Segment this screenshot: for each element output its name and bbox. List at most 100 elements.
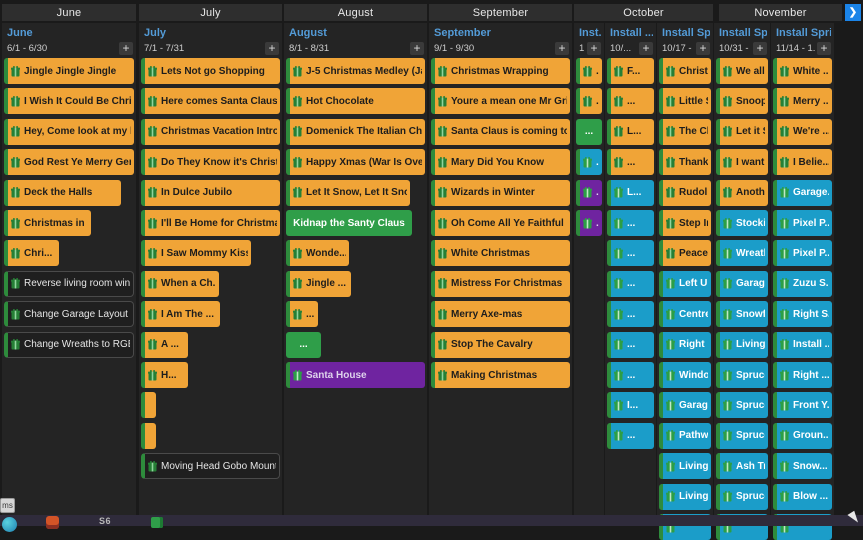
- kanban-card[interactable]: Chri...: [4, 240, 59, 266]
- kanban-card[interactable]: ...: [607, 88, 654, 114]
- kanban-card[interactable]: Zuzu S...: [773, 271, 832, 297]
- kanban-card[interactable]: ...: [576, 119, 602, 145]
- kanban-card[interactable]: In Dulce Jubilo: [141, 180, 280, 206]
- task-card[interactable]: Change Wreaths to RGBs: [4, 332, 134, 358]
- kanban-card[interactable]: ...: [607, 423, 654, 449]
- kanban-card[interactable]: Wreaths: [716, 240, 768, 266]
- kanban-card[interactable]: Little S...: [659, 88, 711, 114]
- kanban-card[interactable]: Jingle Jingle Jingle: [4, 58, 134, 84]
- kanban-card[interactable]: Merry ...: [773, 88, 832, 114]
- kanban-card[interactable]: Windo...: [659, 362, 711, 388]
- kanban-card[interactable]: [141, 392, 156, 418]
- kanban-card[interactable]: Stocki...: [716, 210, 768, 236]
- kanban-card[interactable]: Stop The Cavalry: [431, 332, 570, 358]
- task-card[interactable]: Reverse living room window...: [4, 271, 134, 297]
- add-card-button[interactable]: +: [119, 42, 133, 55]
- kanban-card[interactable]: Pathw...: [659, 423, 711, 449]
- add-card-button[interactable]: +: [696, 42, 710, 55]
- kanban-card[interactable]: Rudolph: [659, 180, 711, 206]
- kanban-card[interactable]: Front Y...: [773, 392, 832, 418]
- kanban-card[interactable]: Santa Claus is coming to t...: [431, 119, 570, 145]
- browser-icon[interactable]: [2, 517, 17, 532]
- kanban-card[interactable]: Living ...: [659, 484, 711, 510]
- kanban-card[interactable]: Install ...: [773, 332, 832, 358]
- kanban-card[interactable]: Do They Know it's Christmas?: [141, 149, 280, 175]
- month-tab-july[interactable]: July: [139, 4, 282, 21]
- kanban-card[interactable]: I Am The ...: [141, 301, 220, 327]
- kanban-card[interactable]: Garage...: [659, 392, 711, 418]
- kanban-card[interactable]: Making Christmas: [431, 362, 570, 388]
- kanban-card[interactable]: Christmas in ...: [4, 210, 91, 236]
- add-card-button[interactable]: +: [555, 42, 569, 55]
- kanban-card[interactable]: Santa House: [286, 362, 425, 388]
- kanban-card[interactable]: Christmas Vacation Intro: [141, 119, 280, 145]
- kanban-card[interactable]: Hot Chocolate: [286, 88, 425, 114]
- kanban-card[interactable]: Living ...: [659, 453, 711, 479]
- kanban-card[interactable]: Hey, Come look at my lights: [4, 119, 134, 145]
- kanban-card[interactable]: Centre ...: [659, 301, 711, 327]
- kanban-card[interactable]: We all ...: [716, 58, 768, 84]
- kanban-card[interactable]: Snowfl...: [716, 301, 768, 327]
- kanban-card[interactable]: Peace ...: [659, 240, 711, 266]
- kanban-card[interactable]: ...: [286, 301, 318, 327]
- kanban-card[interactable]: ...: [576, 88, 602, 114]
- kanban-card[interactable]: Mistress For Christmas: [431, 271, 570, 297]
- kanban-card[interactable]: ...: [576, 180, 602, 206]
- kanban-card[interactable]: Right ...: [659, 332, 711, 358]
- month-tab-september[interactable]: September: [429, 4, 572, 21]
- kanban-card[interactable]: Pixel P...: [773, 210, 832, 236]
- kanban-card[interactable]: Snow...: [773, 453, 832, 479]
- kanban-card[interactable]: I want ...: [716, 149, 768, 175]
- kanban-card[interactable]: I Belie...: [773, 149, 832, 175]
- kanban-card[interactable]: F...: [607, 58, 654, 84]
- add-card-button[interactable]: +: [817, 42, 831, 55]
- kanban-card[interactable]: Here comes Santa Claus: [141, 88, 280, 114]
- kanban-card[interactable]: Christ...: [659, 58, 711, 84]
- kanban-card[interactable]: Snoop...: [716, 88, 768, 114]
- kanban-card[interactable]: Step In...: [659, 210, 711, 236]
- scroll-right-button[interactable]: ❯: [845, 4, 861, 21]
- kanban-card[interactable]: Oh Come All Ye Faithful: [431, 210, 570, 236]
- kanban-card[interactable]: Kidnap the Santy Claus: [286, 210, 412, 236]
- kanban-card[interactable]: Jingle ...: [286, 271, 351, 297]
- green-app-icon[interactable]: [151, 517, 163, 528]
- kanban-card[interactable]: ...: [607, 332, 654, 358]
- kanban-card[interactable]: Anoth...: [716, 180, 768, 206]
- month-tab-october[interactable]: October: [574, 4, 713, 21]
- month-tab-june[interactable]: June: [2, 4, 136, 21]
- kanban-card[interactable]: Blow ...: [773, 484, 832, 510]
- kanban-card[interactable]: Spruce...: [716, 362, 768, 388]
- kanban-card[interactable]: Spruce...: [716, 484, 768, 510]
- kanban-card[interactable]: Youre a mean one Mr Grin...: [431, 88, 570, 114]
- add-card-button[interactable]: +: [639, 42, 653, 55]
- kanban-card[interactable]: [141, 423, 156, 449]
- kanban-card[interactable]: Groun...: [773, 423, 832, 449]
- kanban-card[interactable]: Let it S...: [716, 119, 768, 145]
- task-card[interactable]: Change Garage Layout to S...: [4, 301, 134, 327]
- kanban-card[interactable]: Thank ...: [659, 149, 711, 175]
- kanban-card[interactable]: Wizards in Winter: [431, 180, 570, 206]
- kanban-card[interactable]: Merry Axe-mas: [431, 301, 570, 327]
- kanban-card[interactable]: ...: [286, 332, 321, 358]
- kanban-card[interactable]: Ash Tr...: [716, 453, 768, 479]
- kanban-card[interactable]: We're ...: [773, 119, 832, 145]
- kanban-card[interactable]: Pixel P...: [773, 240, 832, 266]
- kanban-card[interactable]: Living ...: [716, 332, 768, 358]
- kanban-card[interactable]: Garage...: [773, 180, 832, 206]
- add-card-button[interactable]: +: [265, 42, 279, 55]
- s6-app-icon[interactable]: S6: [99, 516, 111, 526]
- kanban-card[interactable]: Let It Snow, Let It Snow,...: [286, 180, 410, 206]
- kanban-card[interactable]: I Saw Mommy Kissi...: [141, 240, 251, 266]
- kanban-card[interactable]: Right S...: [773, 301, 832, 327]
- kanban-card[interactable]: White Christmas: [431, 240, 570, 266]
- kanban-card[interactable]: The Ch...: [659, 119, 711, 145]
- month-tab-november[interactable]: November: [719, 4, 842, 21]
- kanban-card[interactable]: L...: [607, 180, 654, 206]
- kanban-card[interactable]: Deck the Halls: [4, 180, 121, 206]
- kanban-card[interactable]: ...: [607, 240, 654, 266]
- kanban-card[interactable]: ...: [607, 362, 654, 388]
- add-card-button[interactable]: +: [410, 42, 424, 55]
- kanban-card[interactable]: ...: [576, 149, 602, 175]
- kanban-card[interactable]: God Rest Ye Merry Gentle...: [4, 149, 134, 175]
- kanban-card[interactable]: I'll Be Home for Christmas: [141, 210, 280, 236]
